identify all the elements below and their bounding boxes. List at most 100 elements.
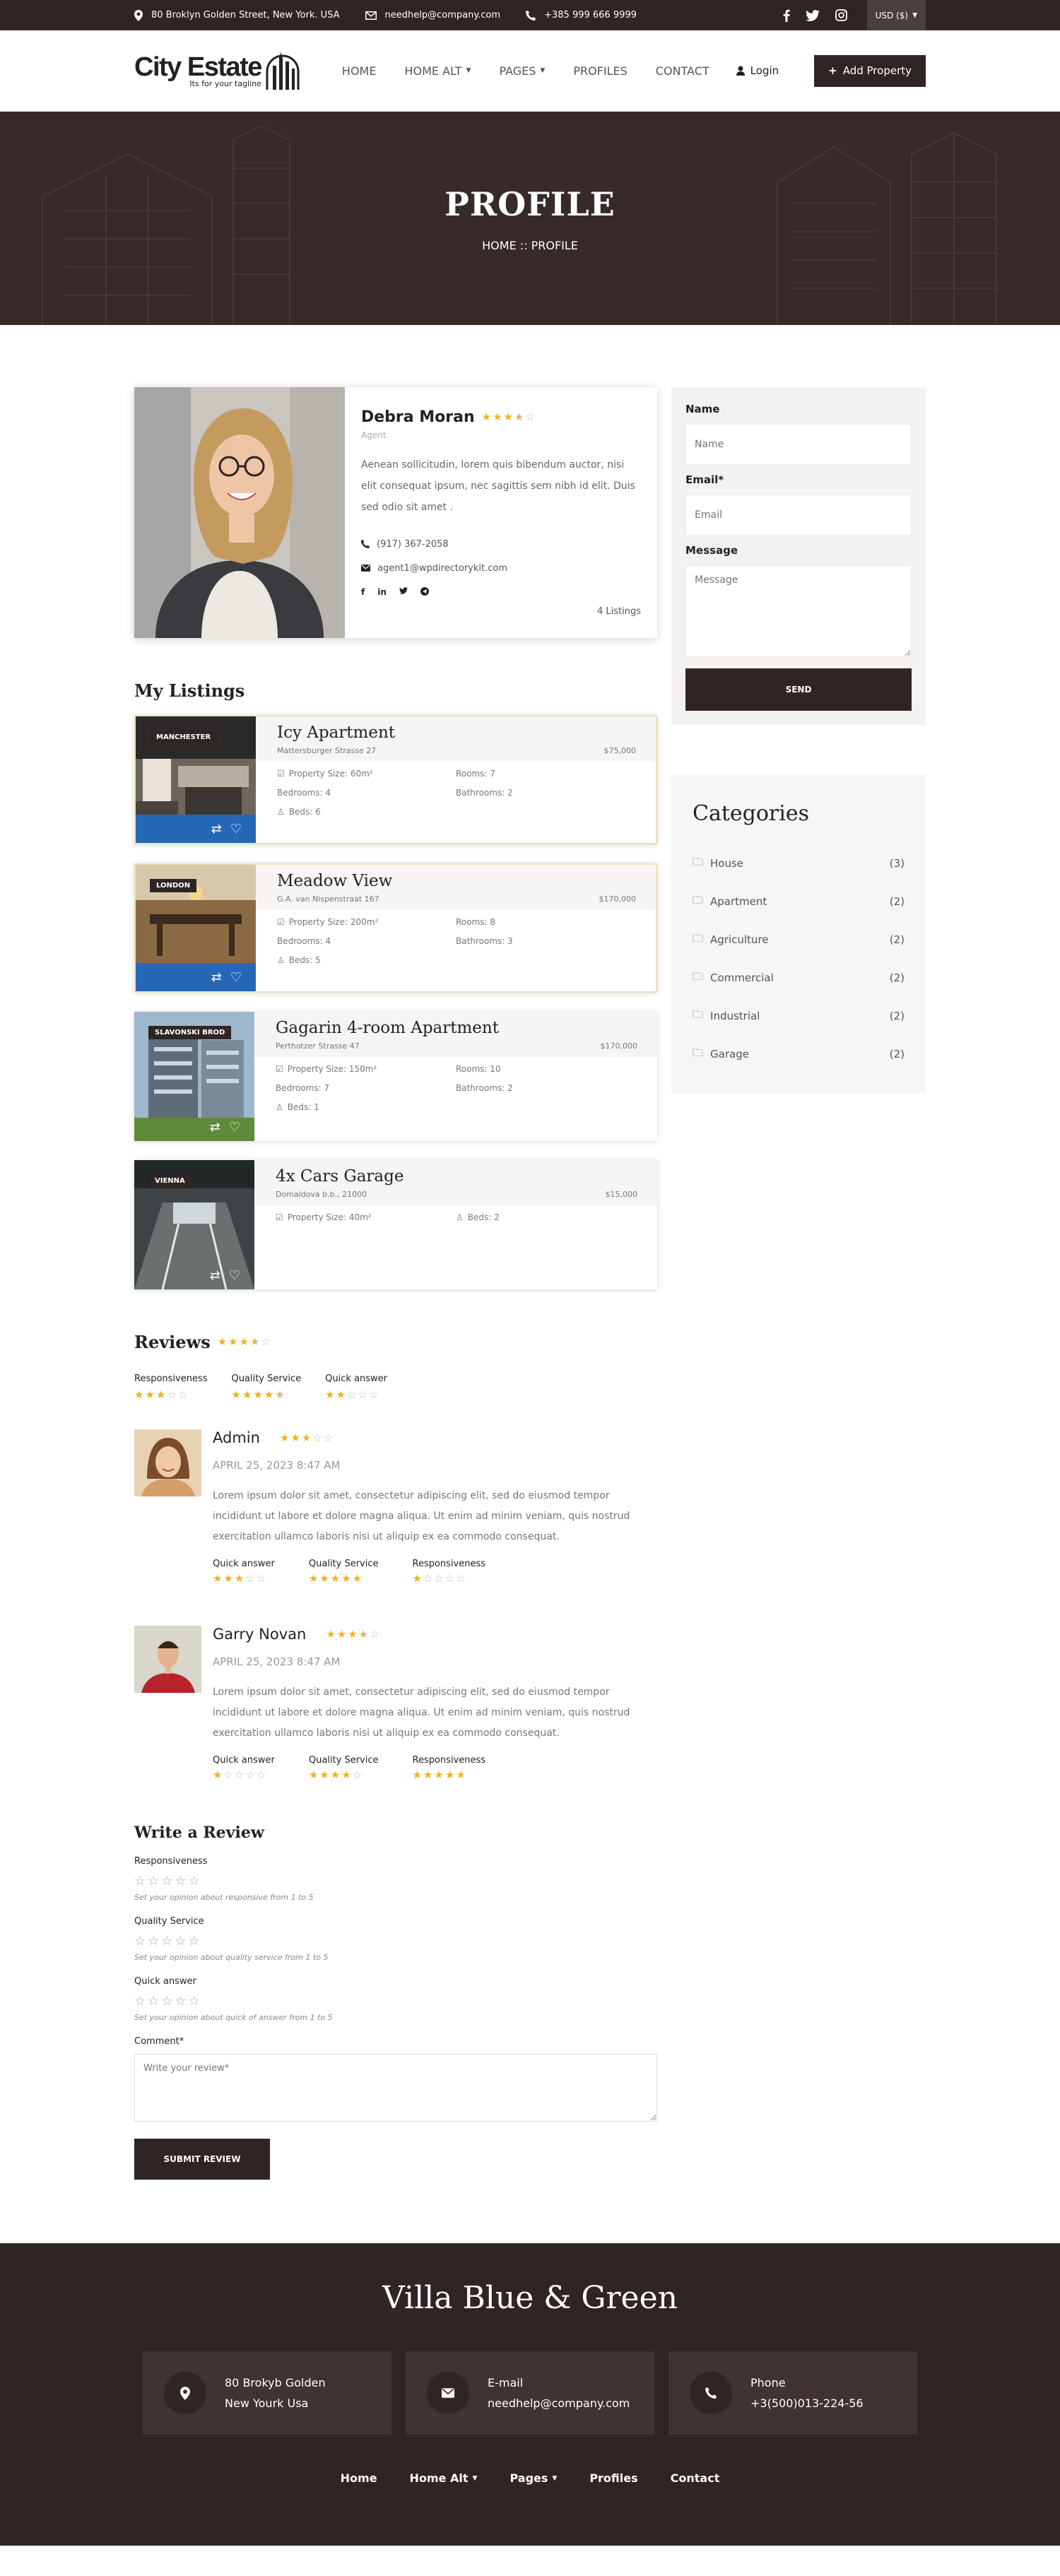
building-sketch-background bbox=[42, 125, 997, 325]
agent-social: f in bbox=[361, 587, 641, 597]
comment-textarea[interactable] bbox=[134, 2054, 657, 2122]
instagram-icon[interactable] bbox=[835, 9, 847, 21]
star-icon: ☆ bbox=[423, 1572, 433, 1585]
linkedin-icon[interactable]: in bbox=[377, 587, 387, 597]
email-input[interactable] bbox=[685, 495, 912, 536]
compare-icon[interactable]: ⇄ bbox=[210, 1268, 220, 1283]
footer-nav-home-alt[interactable]: Home Alt ▼ bbox=[410, 2471, 478, 2485]
heart-icon[interactable]: ♡ bbox=[230, 822, 242, 837]
star-icon: ★ bbox=[456, 1768, 466, 1781]
site-footer: Villa Blue & Green 80 Brokyb Golden New Y… bbox=[0, 2243, 1060, 2546]
currency-select[interactable]: USD ($) ▼ bbox=[866, 0, 926, 30]
nav-profiles[interactable]: PROFILES bbox=[573, 64, 627, 78]
compare-icon[interactable]: ⇄ bbox=[210, 1120, 220, 1135]
feature-rooms-text: Rooms: 8 bbox=[456, 917, 495, 927]
star-icon: ★ bbox=[514, 410, 524, 423]
listing-location-badge[interactable]: SLAVONSKI BROD bbox=[148, 1026, 232, 1039]
listing-title[interactable]: Meadow View bbox=[277, 872, 635, 890]
nav-home-alt[interactable]: HOME ALT ▼ bbox=[404, 64, 471, 78]
category-item-garage[interactable]: 🗀 Garage (2) bbox=[693, 1035, 905, 1073]
name-input[interactable] bbox=[685, 424, 912, 465]
heart-icon[interactable]: ♡ bbox=[229, 1120, 240, 1135]
footer-nav: Home Home Alt ▼ Pages ▼ Profiles Contact bbox=[0, 2471, 1060, 2485]
listing-card[interactable]: SLAVONSKI BROD ⇄ ♡ Gagarin 4-room Apartm… bbox=[134, 1012, 657, 1141]
agent-email[interactable]: agent1@wpdirectorykit.com bbox=[361, 557, 641, 579]
listing-location-badge[interactable]: VIENNA bbox=[148, 1174, 192, 1188]
add-property-button[interactable]: + Add Property bbox=[814, 54, 926, 87]
listing-title[interactable]: Gagarin 4-room Apartment bbox=[276, 1019, 636, 1037]
listing-thumbnail[interactable]: LONDON ⇄ ♡ bbox=[136, 865, 256, 991]
agent-name[interactable]: Debra Moran bbox=[361, 408, 475, 426]
facebook-icon[interactable]: f bbox=[361, 587, 365, 597]
topbar-email-text[interactable]: needhelp@company.com bbox=[385, 10, 501, 20]
message-textarea[interactable] bbox=[685, 565, 912, 657]
category-item-apartment[interactable]: 🗀 Apartment (2) bbox=[693, 882, 905, 921]
feature-rooms: Rooms: 10 bbox=[456, 1064, 636, 1074]
criteria-stars: ★ ★ ★ ★ ★ bbox=[232, 1390, 285, 1400]
feature-beds-text: Beds: 6 bbox=[288, 807, 321, 817]
footer-phone[interactable]: +3(500)013-224-56 bbox=[750, 2397, 864, 2410]
criteria-responsiveness: Responsiveness ★ ★ ★ ☆ ☆ bbox=[134, 1373, 208, 1401]
nav-pages[interactable]: PAGES ▼ bbox=[499, 64, 545, 78]
nav-contact[interactable]: CONTACT bbox=[656, 64, 709, 78]
category-label: Agriculture bbox=[710, 933, 769, 946]
category-label: Apartment bbox=[710, 895, 767, 908]
star-icon: ☆ bbox=[358, 1388, 367, 1401]
send-button[interactable]: SEND bbox=[685, 668, 912, 711]
listing-card[interactable]: VIENNA ⇄ ♡ 4x Cars Garage Domaldova b.b.… bbox=[134, 1160, 657, 1290]
star-icon: ☆ bbox=[444, 1572, 455, 1585]
star-icon: ☆ bbox=[434, 1572, 444, 1585]
review-criterion: Quick answer ★ ★ ★ ☆ ☆ bbox=[213, 1559, 275, 1585]
footer-email[interactable]: needhelp@company.com bbox=[488, 2397, 630, 2410]
topbar-phone-text[interactable]: +385 999 666 9999 bbox=[544, 10, 637, 20]
login-link[interactable]: Login bbox=[736, 64, 779, 77]
listing-title[interactable]: 4x Cars Garage bbox=[276, 1167, 636, 1186]
listing-location-badge[interactable]: MANCHESTER bbox=[150, 731, 218, 744]
category-item-agriculture[interactable]: 🗀 Agriculture (2) bbox=[693, 921, 905, 959]
category-item-house[interactable]: 🗀 House (3) bbox=[693, 844, 905, 882]
footer-address-line2: New Yourk Usa bbox=[225, 2397, 309, 2410]
star-icon: ★ bbox=[223, 1572, 233, 1585]
footer-nav-pages[interactable]: Pages ▼ bbox=[510, 2471, 557, 2485]
star-icon: ★ bbox=[253, 1388, 263, 1401]
heart-icon[interactable]: ♡ bbox=[230, 970, 242, 985]
listing-thumbnail[interactable]: MANCHESTER ⇄ ♡ bbox=[136, 716, 256, 843]
listing-thumbnail[interactable]: VIENNA ⇄ ♡ bbox=[134, 1160, 254, 1290]
agent-photo bbox=[134, 387, 345, 638]
submit-review-button[interactable]: SUBMIT REVIEW bbox=[134, 2139, 270, 2180]
star-icon: ☆ bbox=[234, 1768, 245, 1781]
topbar-phone[interactable]: +385 999 666 9999 bbox=[526, 10, 637, 20]
comment-label: Comment* bbox=[134, 2036, 184, 2047]
heart-icon[interactable]: ♡ bbox=[229, 1268, 240, 1283]
facebook-icon[interactable] bbox=[783, 9, 790, 22]
telegram-icon[interactable] bbox=[420, 587, 429, 596]
listing-thumbnail[interactable]: SLAVONSKI BROD ⇄ ♡ bbox=[134, 1012, 254, 1141]
listing-card[interactable]: MANCHESTER ⇄ ♡ Icy Apartment Mattersburg… bbox=[134, 715, 657, 844]
rating-star-input[interactable]: ☆☆☆☆☆ bbox=[134, 1994, 657, 2009]
feature-bedrooms: Bedrooms: 4 bbox=[277, 936, 456, 946]
reviewer-name: Admin bbox=[213, 1429, 260, 1446]
star-icon: ☆ bbox=[256, 1768, 266, 1781]
footer-nav-profiles[interactable]: Profiles bbox=[589, 2471, 637, 2485]
star-icon: ☆ bbox=[256, 1572, 266, 1585]
listing-card[interactable]: LONDON ⇄ ♡ Meadow View G.A. van Nispenst… bbox=[134, 863, 657, 993]
topbar-email[interactable]: needhelp@company.com bbox=[365, 10, 501, 20]
category-item-commercial[interactable]: 🗀 Commercial (2) bbox=[693, 959, 905, 997]
listing-location-badge[interactable]: LONDON bbox=[150, 879, 197, 892]
agent-phone[interactable]: (917) 367-2058 bbox=[361, 533, 641, 555]
footer-nav-label: Home Alt bbox=[409, 2471, 469, 2485]
rating-star-input[interactable]: ☆☆☆☆☆ bbox=[134, 1934, 657, 1949]
category-item-industrial[interactable]: 🗀 Industrial (2) bbox=[693, 997, 905, 1035]
twitter-icon[interactable] bbox=[805, 9, 820, 21]
category-count: (2) bbox=[889, 1010, 905, 1022]
nav-home[interactable]: HOME bbox=[342, 64, 377, 78]
site-logo[interactable]: City Estate Its for your tagline bbox=[134, 50, 301, 91]
footer-nav-home[interactable]: Home bbox=[341, 2471, 377, 2485]
listing-title[interactable]: Icy Apartment bbox=[277, 723, 635, 742]
twitter-icon[interactable] bbox=[399, 587, 408, 594]
rating-star-input[interactable]: ☆☆☆☆☆ bbox=[134, 1874, 657, 1889]
criterion-stars: ★ ★ ★ ★ ★ bbox=[413, 1770, 466, 1780]
compare-icon[interactable]: ⇄ bbox=[211, 970, 222, 985]
compare-icon[interactable]: ⇄ bbox=[211, 822, 222, 837]
footer-nav-contact[interactable]: Contact bbox=[671, 2471, 720, 2485]
